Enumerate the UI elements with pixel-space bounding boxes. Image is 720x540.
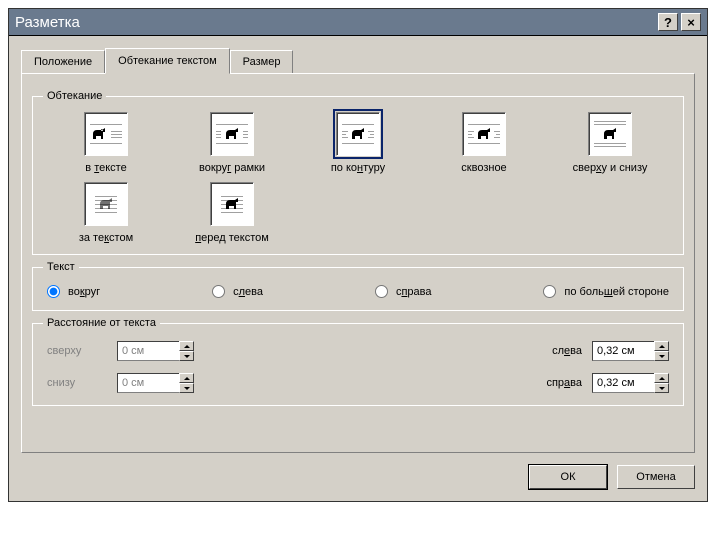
wrap-front-icon xyxy=(210,182,254,226)
radio-largest-input[interactable] xyxy=(543,285,556,298)
distance-left-label: слева xyxy=(522,345,582,357)
radio-around-label: вокруг xyxy=(68,286,100,298)
radio-largest-label: по большей стороне xyxy=(564,286,669,298)
spin-down-icon[interactable] xyxy=(179,351,194,361)
spin-up-icon[interactable] xyxy=(179,373,194,383)
wrap-front-label: перед текстом xyxy=(195,232,269,244)
distance-right-input[interactable] xyxy=(592,373,654,393)
spin-down-icon[interactable] xyxy=(654,383,669,393)
wrap-option-behind[interactable]: за текстом xyxy=(46,182,166,244)
wrap-through-icon xyxy=(462,112,506,156)
ok-button[interactable]: ОК xyxy=(529,465,607,489)
tab-position[interactable]: Положение xyxy=(21,50,105,73)
distance-right-label: справа xyxy=(522,377,582,389)
radio-around-input[interactable] xyxy=(47,285,60,298)
ok-button-label: ОК xyxy=(561,471,576,483)
radio-right-input[interactable] xyxy=(375,285,388,298)
radio-left-label: слева xyxy=(233,286,263,298)
wrap-option-front[interactable]: перед текстом xyxy=(172,182,292,244)
spin-up-icon[interactable] xyxy=(654,373,669,383)
spin-down-icon[interactable] xyxy=(654,351,669,361)
radio-largest[interactable]: по большей стороне xyxy=(543,285,669,298)
wrap-tight-label: по контуру xyxy=(331,162,385,174)
distance-right-spin[interactable] xyxy=(592,373,669,393)
wrap-option-tight[interactable]: по контуру xyxy=(298,112,418,174)
wrap-square-icon xyxy=(210,112,254,156)
wrap-option-inline[interactable]: в тексте xyxy=(46,112,166,174)
distance-top-spin[interactable] xyxy=(117,341,194,361)
group-wrapping: Обтекание в тексте xyxy=(32,90,684,255)
spin-down-icon[interactable] xyxy=(179,383,194,393)
help-button[interactable]: ? xyxy=(658,13,678,31)
titlebar: Разметка ? × xyxy=(9,9,707,36)
window-title: Разметка xyxy=(15,14,80,31)
radio-around[interactable]: вокруг xyxy=(47,285,100,298)
close-icon: × xyxy=(687,16,695,29)
cancel-button[interactable]: Отмена xyxy=(617,465,695,489)
wrap-through-label: сквозное xyxy=(461,162,506,174)
close-button[interactable]: × xyxy=(681,13,701,31)
spin-up-icon[interactable] xyxy=(179,341,194,351)
wrap-option-square[interactable]: вокруг рамки xyxy=(172,112,292,174)
cancel-button-label: Отмена xyxy=(636,471,675,483)
tab-panel-wrapping: Обтекание в тексте xyxy=(21,73,695,453)
tab-label: Положение xyxy=(34,56,92,68)
wrap-inline-icon xyxy=(84,112,128,156)
group-text-legend: Текст xyxy=(43,261,79,273)
radio-right[interactable]: справа xyxy=(375,285,432,298)
radio-left-input[interactable] xyxy=(212,285,225,298)
spin-up-icon[interactable] xyxy=(654,341,669,351)
tab-wrapping[interactable]: Обтекание текстом xyxy=(105,48,230,74)
wrap-behind-label: за текстом xyxy=(79,232,133,244)
distance-top-input[interactable] xyxy=(117,341,179,361)
group-wrapping-legend: Обтекание xyxy=(43,90,106,102)
distance-left-input[interactable] xyxy=(592,341,654,361)
wrap-inline-label: в тексте xyxy=(85,162,126,174)
tab-strip: Положение Обтекание текстом Размер xyxy=(21,48,695,73)
help-icon: ? xyxy=(664,16,672,29)
distance-bottom-spin[interactable] xyxy=(117,373,194,393)
distance-left-spin[interactable] xyxy=(592,341,669,361)
tab-label: Обтекание текстом xyxy=(118,55,217,67)
wrap-option-topbottom[interactable]: сверху и снизу xyxy=(550,112,670,174)
radio-left[interactable]: слева xyxy=(212,285,263,298)
group-distance-legend: Расстояние от текста xyxy=(43,317,160,329)
wrap-topbottom-icon xyxy=(588,112,632,156)
wrap-behind-icon xyxy=(84,182,128,226)
distance-bottom-input[interactable] xyxy=(117,373,179,393)
group-text: Текст вокруг слева справа по большей сто… xyxy=(32,261,684,311)
wrap-topbottom-label: сверху и снизу xyxy=(573,162,648,174)
tab-label: Размер xyxy=(243,56,281,68)
layout-dialog: Разметка ? × Положение Обтекание текстом… xyxy=(8,8,708,502)
radio-right-label: справа xyxy=(396,286,432,298)
wrap-option-through[interactable]: сквозное xyxy=(424,112,544,174)
wrap-tight-icon xyxy=(336,112,380,156)
distance-top-label: сверху xyxy=(47,345,107,357)
distance-bottom-label: снизу xyxy=(47,377,107,389)
tab-size[interactable]: Размер xyxy=(230,50,294,73)
group-distance: Расстояние от текста сверху слева снизу xyxy=(32,317,684,406)
wrap-square-label: вокруг рамки xyxy=(199,162,265,174)
